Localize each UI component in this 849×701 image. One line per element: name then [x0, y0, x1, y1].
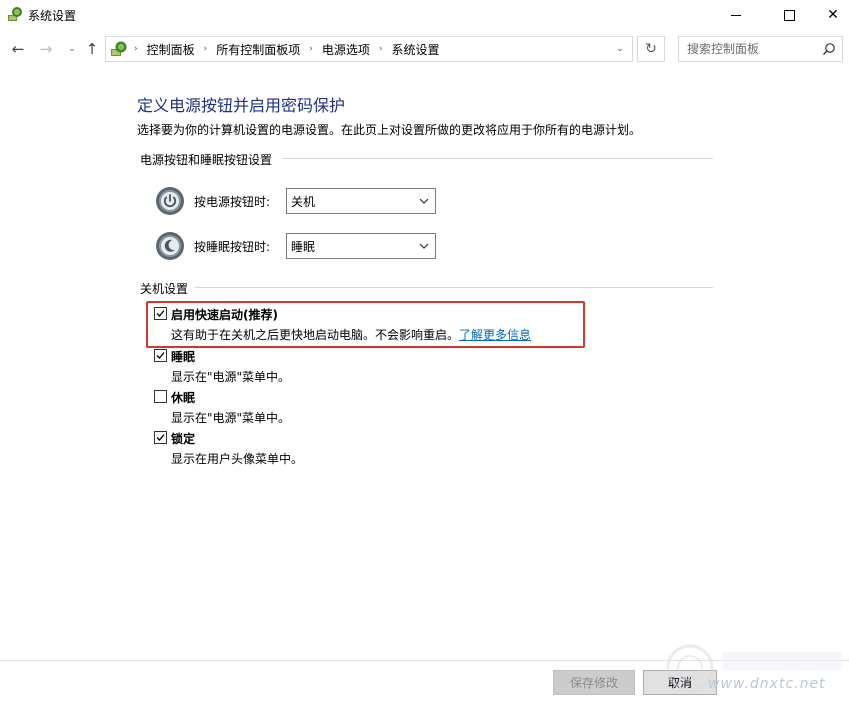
save-changes-button[interactable]: 保存修改	[553, 670, 635, 695]
power-options-icon	[8, 7, 22, 21]
page-title: 定义电源按钮并启用密码保护	[137, 96, 346, 115]
forward-button[interactable]: →	[36, 38, 56, 60]
chevron-down-icon: ⌄	[68, 44, 76, 54]
hibernate-checkbox[interactable]	[154, 390, 167, 403]
section-divider	[282, 158, 713, 159]
power-button-icon	[156, 187, 184, 215]
sleep-button-setting: 按睡眠按钮时: 睡眠	[155, 231, 436, 261]
minimize-button[interactable]	[713, 0, 759, 30]
search-icon	[823, 43, 835, 55]
maximize-button[interactable]	[766, 0, 812, 30]
breadcrumb-all-items[interactable]: 所有控制面板项	[216, 41, 300, 58]
title-bar: 系统设置 ✕	[0, 0, 849, 30]
chevron-down-icon	[419, 243, 429, 249]
highlight-annotation	[146, 301, 585, 348]
watermark-text: www.dnxtc.net	[708, 676, 826, 692]
chevron-right-icon: ›	[309, 44, 313, 54]
page-description: 选择要为你的计算机设置的电源设置。在此页上对设置所做的更改将应用于你所有的电源计…	[137, 123, 642, 137]
arrow-right-icon: →	[39, 40, 53, 58]
breadcrumb-system-settings[interactable]: 系统设置	[391, 41, 439, 58]
chevron-right-icon: ›	[378, 44, 383, 54]
up-button[interactable]: ↑	[82, 38, 102, 60]
search-input[interactable]	[679, 37, 819, 61]
power-button-value: 关机	[291, 194, 316, 209]
chevron-down-icon: ⌄	[616, 44, 624, 54]
back-button[interactable]: ←	[8, 38, 28, 60]
section-header-shutdown: 关机设置	[140, 282, 189, 296]
sleep-button-select[interactable]: 睡眠	[286, 233, 436, 259]
sleep-button-icon	[156, 232, 184, 260]
refresh-button[interactable]: ↻	[637, 36, 665, 62]
sleep-description: 显示在"电源"菜单中。	[171, 370, 291, 384]
sleep-button-value: 睡眠	[291, 239, 316, 254]
refresh-icon: ↻	[645, 41, 657, 57]
lock-description: 显示在用户头像菜单中。	[171, 452, 304, 466]
sleep-label[interactable]: 睡眠	[171, 348, 195, 365]
power-button-select[interactable]: 关机	[286, 188, 436, 214]
checkmark-icon	[156, 434, 165, 441]
hibernate-label[interactable]: 休眠	[171, 389, 195, 406]
power-button-label: 按电源按钮时:	[194, 194, 271, 209]
hibernate-description: 显示在"电源"菜单中。	[171, 411, 291, 425]
arrow-left-icon: ←	[11, 40, 25, 58]
sleep-checkbox[interactable]	[154, 349, 167, 362]
lock-label[interactable]: 锁定	[171, 430, 195, 447]
search-box[interactable]	[678, 36, 843, 62]
chevron-right-icon: ›	[134, 44, 138, 54]
close-button[interactable]: ✕	[810, 0, 849, 30]
lock-checkbox[interactable]	[154, 431, 167, 444]
section-header-buttons: 电源按钮和睡眠按钮设置	[140, 153, 273, 167]
address-dropdown-button[interactable]: ⌄	[608, 37, 632, 61]
arrow-up-icon: ↑	[85, 40, 99, 58]
section-divider	[195, 287, 713, 288]
checkmark-icon	[156, 352, 165, 359]
chevron-down-icon	[419, 198, 429, 204]
control-panel-icon	[111, 41, 127, 56]
window-title: 系统设置	[28, 9, 77, 23]
sleep-button-label: 按睡眠按钮时:	[194, 239, 271, 254]
breadcrumb-control-panel[interactable]: 控制面板	[147, 41, 195, 58]
breadcrumb-power-options[interactable]: 电源选项	[322, 41, 370, 58]
chevron-right-icon: ›	[203, 44, 208, 54]
close-icon: ✕	[827, 7, 839, 23]
address-bar[interactable]: › 控制面板 › 所有控制面板项 › 电源选项 › 系统设置 ⌄	[105, 36, 633, 62]
recent-locations-button[interactable]: ⌄	[62, 38, 82, 60]
power-button-setting: 按电源按钮时: 关机	[155, 186, 436, 216]
